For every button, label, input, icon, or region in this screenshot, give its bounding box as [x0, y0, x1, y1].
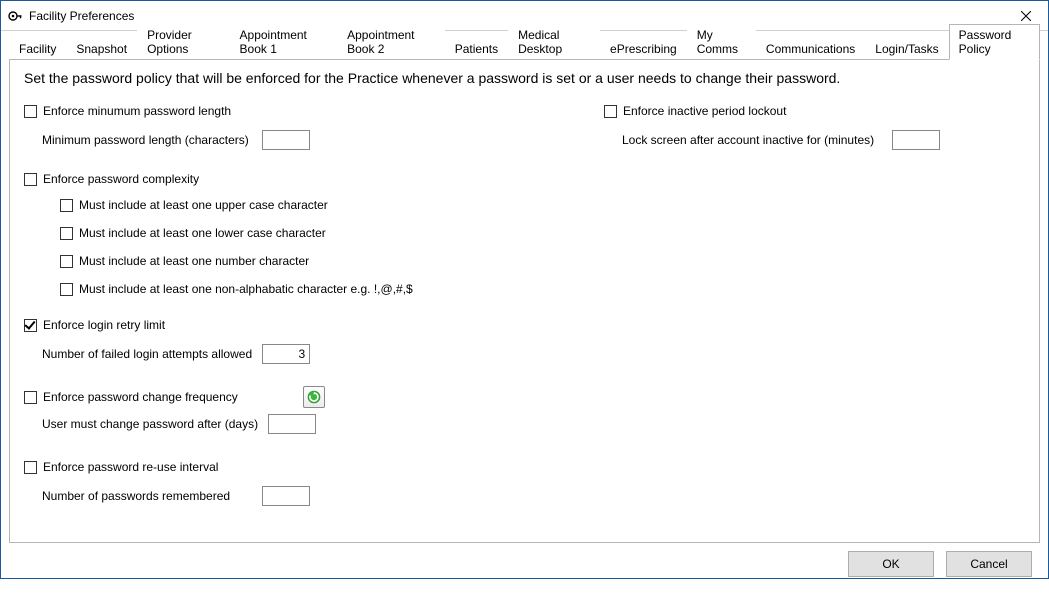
input-reuse[interactable]	[262, 486, 310, 506]
tab-patients[interactable]: Patients	[445, 38, 508, 59]
tab-label: Communications	[766, 42, 855, 56]
label-enforce-reuse: Enforce password re-use interval	[43, 460, 218, 474]
tab-label: My Comms	[697, 28, 738, 56]
input-inactive[interactable]	[892, 130, 940, 150]
group-reuse: Enforce password re-use interval Number …	[24, 460, 544, 506]
checkbox-rule-number[interactable]	[60, 255, 73, 268]
tab-strip: Facility Snapshot Provider Options Appoi…	[9, 37, 1040, 59]
tab-label: Appointment Book 2	[347, 28, 414, 56]
tab-snapshot[interactable]: Snapshot	[66, 38, 137, 59]
checkbox-enforce-complexity[interactable]	[24, 173, 37, 186]
right-column: Enforce inactive period lockout Lock scr…	[604, 104, 1025, 528]
group-change-freq: Enforce password change frequency User	[24, 386, 544, 434]
app-icon	[7, 8, 23, 24]
label-rule-nonalpha: Must include at least one non-alphabatic…	[79, 282, 413, 296]
tab-login-tasks[interactable]: Login/Tasks	[865, 38, 948, 59]
checkbox-enforce-change-freq[interactable]	[24, 391, 37, 404]
checkbox-enforce-min-length[interactable]	[24, 105, 37, 118]
tab-communications[interactable]: Communications	[756, 38, 865, 59]
tab-label: Snapshot	[76, 42, 127, 56]
tab-label: Password Policy	[959, 28, 1012, 56]
label-change-freq-field: User must change password after (days)	[42, 417, 258, 431]
checkbox-enforce-reuse[interactable]	[24, 461, 37, 474]
tab-medical-desktop[interactable]: Medical Desktop	[508, 24, 600, 59]
label-min-length-field: Minimum password length (characters)	[42, 133, 252, 147]
ok-button[interactable]: OK	[848, 551, 934, 577]
label-enforce-retry: Enforce login retry limit	[43, 318, 165, 332]
tab-label: Provider Options	[147, 28, 192, 56]
label-reuse-field: Number of passwords remembered	[42, 489, 252, 503]
tab-provider-options[interactable]: Provider Options	[137, 24, 229, 59]
group-complexity: Enforce password complexity Must include…	[24, 172, 544, 296]
window-title: Facility Preferences	[29, 9, 1003, 23]
tab-appointment-book-1[interactable]: Appointment Book 1	[230, 24, 338, 59]
label-enforce-inactive: Enforce inactive period lockout	[623, 104, 786, 118]
checkbox-rule-lower[interactable]	[60, 227, 73, 240]
tab-label: Patients	[455, 42, 498, 56]
label-enforce-change-freq: Enforce password change frequency	[43, 390, 273, 404]
label-retry-field: Number of failed login attempts allowed	[42, 347, 252, 361]
window-frame: Facility Preferences Facility Snapshot P…	[0, 0, 1049, 579]
input-retry[interactable]	[262, 344, 310, 364]
window-body: Facility Snapshot Provider Options Appoi…	[1, 31, 1048, 593]
intro-text: Set the password policy that will be enf…	[24, 70, 1025, 86]
tab-label: ePrescribing	[610, 42, 677, 56]
tab-label: Login/Tasks	[875, 42, 938, 56]
label-rule-number: Must include at least one number charact…	[79, 254, 309, 268]
label-rule-lower: Must include at least one lower case cha…	[79, 226, 326, 240]
label-rule-upper: Must include at least one upper case cha…	[79, 198, 328, 212]
tab-label: Medical Desktop	[518, 28, 562, 56]
tab-my-comms[interactable]: My Comms	[687, 24, 756, 59]
checkbox-rule-nonalpha[interactable]	[60, 283, 73, 296]
input-change-freq[interactable]	[268, 414, 316, 434]
label-enforce-min-length: Enforce minumum password length	[43, 104, 231, 118]
tab-password-policy[interactable]: Password Policy	[949, 24, 1040, 60]
tab-facility[interactable]: Facility	[9, 38, 66, 59]
refresh-button[interactable]	[303, 386, 325, 408]
group-inactive: Enforce inactive period lockout Lock scr…	[604, 104, 1025, 150]
cancel-button[interactable]: Cancel	[946, 551, 1032, 577]
label-inactive-field: Lock screen after account inactive for (…	[622, 133, 882, 147]
checkbox-enforce-inactive[interactable]	[604, 105, 617, 118]
checkbox-rule-upper[interactable]	[60, 199, 73, 212]
tab-eprescribing[interactable]: ePrescribing	[600, 38, 687, 59]
left-column: Enforce minumum password length Minimum …	[24, 104, 544, 528]
checkbox-enforce-retry[interactable]	[24, 319, 37, 332]
group-min-length: Enforce minumum password length Minimum …	[24, 104, 544, 150]
tab-panel-password-policy: Set the password policy that will be enf…	[9, 59, 1040, 543]
input-min-length[interactable]	[262, 130, 310, 150]
group-retry: Enforce login retry limit Number of fail…	[24, 318, 544, 364]
tab-label: Facility	[19, 42, 56, 56]
tab-appointment-book-2[interactable]: Appointment Book 2	[337, 24, 445, 59]
label-enforce-complexity: Enforce password complexity	[43, 172, 199, 186]
tab-label: Appointment Book 1	[240, 28, 307, 56]
